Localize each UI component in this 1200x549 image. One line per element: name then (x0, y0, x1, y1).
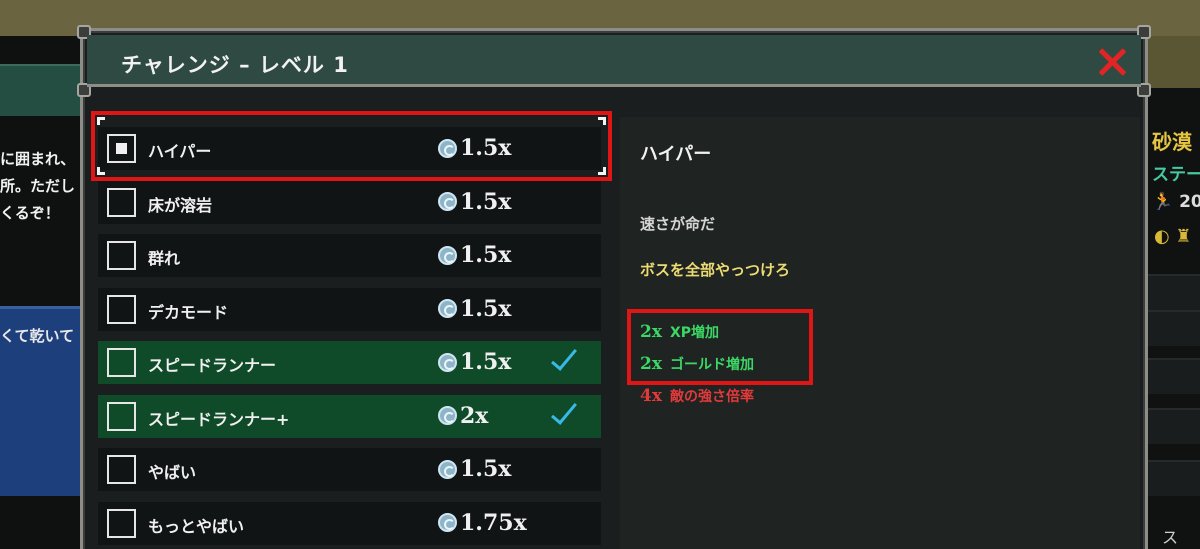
challenge-label: 群れ (148, 249, 181, 268)
challenge-checkbox[interactable] (107, 294, 136, 324)
challenge-row-swarm[interactable]: 群れ 1.5x (98, 234, 601, 277)
story-line: に囲まれ、 (0, 150, 76, 168)
details-goal: ボスを全部やっつけろ (640, 261, 791, 279)
challenge-checkbox[interactable] (107, 348, 136, 377)
dialog-title: チャレンジ – レベル 1 (121, 53, 349, 77)
background-row (1148, 408, 1200, 444)
challenge-label: スピードランナー (148, 356, 277, 375)
bonus-xp: 2x XP増加 (640, 322, 719, 342)
multiplier-value: 1.5x (460, 188, 512, 215)
story-line: くるぞ！ (0, 204, 60, 222)
coin-icon (438, 513, 457, 532)
challenge-multiplier: 1.5x (438, 242, 511, 270)
coin-icon (438, 299, 457, 318)
challenge-row-speedrunner-plus[interactable]: スピードランナー+ 2x (98, 394, 601, 438)
challenge-checkbox[interactable] (107, 455, 136, 484)
bonus-text: ゴールド増加 (669, 357, 754, 373)
details-title: ハイパー (640, 144, 712, 165)
multiplier-value: 1.5x (460, 135, 512, 161)
challenge-row-speedrunner[interactable]: スピードランナー 1.5x (98, 341, 601, 384)
background-story-text: に囲まれ、 所。ただし くるぞ！ (0, 146, 80, 227)
background-row (1148, 460, 1200, 496)
background-stat: 🏃 20 (1152, 192, 1200, 212)
challenge-dialog: チャレンジ – レベル 1 ハイパー 1.5x 床が溶岩 1.5x 群れ 1.5… (77, 25, 1151, 549)
coin-icon (438, 192, 457, 211)
coin-icon (438, 459, 457, 479)
challenge-checkbox[interactable] (107, 134, 136, 163)
challenge-list: ハイパー 1.5x 床が溶岩 1.5x 群れ 1.5x デカモード 1.5x ス… (98, 127, 601, 549)
challenge-label: やばい (148, 463, 197, 482)
background-row (1148, 274, 1200, 310)
challenge-multiplier: 1.5x (438, 349, 511, 377)
multiplier-value: 1.75x (460, 509, 527, 536)
challenge-multiplier: 2x (438, 403, 488, 431)
selection-corner (97, 117, 105, 125)
multiplier-value: 1.5x (460, 349, 512, 375)
challenge-row-motto-yabai[interactable]: もっとやばい 1.75x (98, 501, 601, 545)
coin-icon (438, 138, 457, 158)
background-row (1148, 310, 1200, 346)
close-icon[interactable] (1097, 47, 1127, 77)
coin-icon (438, 245, 457, 265)
challenge-row-big-mode[interactable]: デカモード 1.5x (98, 287, 601, 331)
challenge-label: デカモード (148, 302, 229, 322)
background-panel-text: くて乾いて (0, 327, 75, 345)
challenge-label: もっとやばい (148, 516, 245, 536)
challenge-label: ハイパー (148, 142, 212, 161)
challenge-multiplier: 1.5x (438, 189, 511, 217)
background-level-title: 砂漠 (1152, 130, 1192, 154)
multiplier-value: 1.5x (460, 295, 512, 322)
challenge-details-panel: ハイパー 速さが命だ ボスを全部やっつけろ 2x XP増加 2x ゴールド増加 4x… (620, 117, 1140, 549)
multiplier-value: 2x (460, 402, 489, 429)
challenge-row-hyper[interactable]: ハイパー 1.5x (98, 127, 601, 170)
challenge-checkbox[interactable] (107, 508, 136, 538)
background-right-panel: 砂漠 ステー 🏃 20 ◐ ♜ ス (1148, 88, 1200, 549)
challenge-row-yabai[interactable]: やばい 1.5x (98, 448, 601, 491)
challenge-label: 床が溶岩 (148, 195, 213, 215)
bonus-value: 2x (640, 354, 662, 374)
bonus-value: 4x (640, 386, 662, 406)
background-row (1148, 358, 1200, 394)
multiplier-value: 1.5x (460, 456, 512, 482)
bonus-text: 敵の強さ倍率 (669, 389, 754, 405)
challenge-multiplier: 1.5x (438, 296, 511, 324)
bonus-gold: 2x ゴールド増加 (640, 354, 754, 374)
coin-icon (438, 406, 457, 425)
dialog-titlebar: チャレンジ – レベル 1 (87, 35, 1141, 87)
challenge-multiplier: 1.75x (438, 510, 527, 538)
completed-check-icon (551, 396, 577, 425)
completed-check-icon (551, 343, 577, 371)
challenge-multiplier: 1.5x (438, 456, 511, 484)
background-left-panel: に囲まれ、 所。ただし くるぞ！ くて乾いて (0, 36, 80, 549)
challenge-row-lava-floor[interactable]: 床が溶岩 1.5x (98, 180, 601, 224)
bonus-value: 2x (640, 322, 662, 342)
details-description: 速さが命だ (640, 215, 716, 233)
background-enemy-icons: ◐ ♜ (1154, 226, 1192, 247)
coin-icon (438, 352, 457, 372)
challenge-checkbox[interactable] (107, 187, 136, 217)
background-stage-label: ステー (1152, 165, 1200, 185)
bonus-text: XP増加 (669, 325, 720, 341)
bonus-enemy-strength: 4x 敵の強さ倍率 (640, 386, 754, 406)
background-blue-panel: くて乾いて (0, 306, 80, 496)
challenge-multiplier: 1.5x (438, 135, 511, 163)
selection-corner (598, 117, 606, 125)
background-header-band (0, 64, 80, 116)
story-line: 所。ただし (0, 177, 76, 195)
challenge-checkbox[interactable] (107, 401, 136, 431)
challenge-checkbox[interactable] (107, 241, 136, 270)
multiplier-value: 1.5x (460, 242, 512, 268)
challenge-label: スピードランナー+ (148, 409, 290, 429)
background-footer-text: ス (1162, 528, 1179, 547)
